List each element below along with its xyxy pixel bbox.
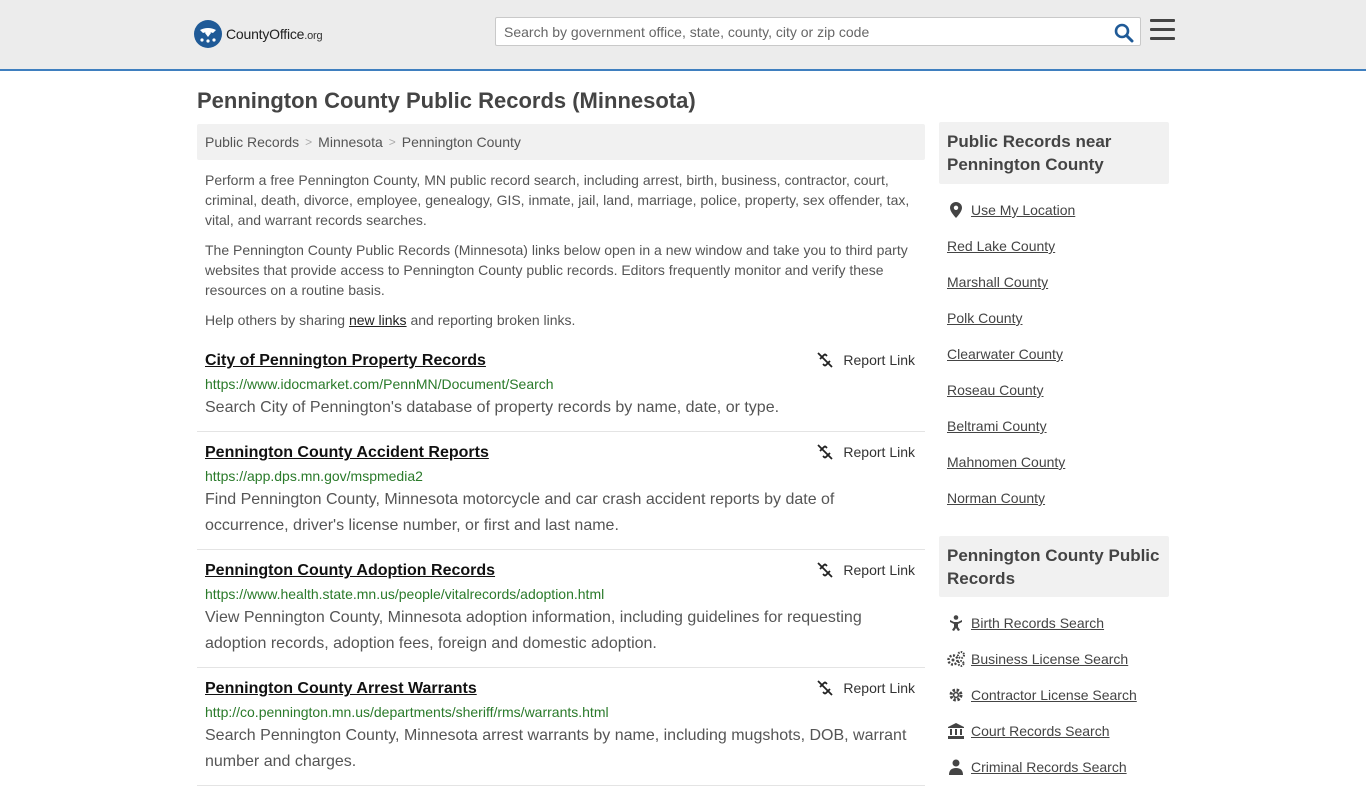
breadcrumb-separator: >	[388, 135, 396, 149]
record-url: https://www.health.state.mn.us/people/vi…	[205, 586, 605, 602]
site-header: CountyOffice.org	[0, 0, 1366, 71]
court-records-link[interactable]: Court Records Search	[971, 723, 1110, 739]
sidebar-item-court-records[interactable]: Court Records Search	[947, 713, 1169, 749]
sidebar-item-norman-county[interactable]: Norman County	[947, 480, 1169, 516]
sidebar-item-beltrami-county[interactable]: Beltrami County	[947, 408, 1169, 444]
record-url: https://www.idocmarket.com/PennMN/Docume…	[205, 376, 554, 392]
sidebar-item-red-lake-county[interactable]: Red Lake County	[947, 228, 1169, 264]
intro-help-text: Help others by sharing new links and rep…	[205, 312, 576, 328]
report-link-button[interactable]: Report Link	[817, 562, 915, 578]
broken-link-icon	[817, 444, 834, 460]
record-title-link[interactable]: Pennington County Arrest Warrants	[205, 678, 477, 699]
breadcrumb-public-records[interactable]: Public Records	[205, 134, 299, 150]
record-description: View Pennington County, Minnesota adopti…	[205, 609, 862, 652]
criminal-records-link[interactable]: Criminal Records Search	[971, 759, 1127, 775]
record-title-link[interactable]: Pennington County Accident Reports	[205, 442, 489, 463]
site-logo[interactable]: CountyOffice.org	[194, 20, 323, 48]
record-title-link[interactable]: Pennington County Adoption Records	[205, 560, 495, 581]
broken-link-icon	[817, 562, 834, 578]
sidebar-item-birth-records[interactable]: Birth Records Search	[947, 605, 1169, 641]
sidebar-item-marshall-county[interactable]: Marshall County	[947, 264, 1169, 300]
county-link[interactable]: Polk County	[947, 310, 1022, 326]
sidebar-item-contractor-license[interactable]: Contractor License Search	[947, 677, 1169, 713]
sidebar-item-criminal-records[interactable]: Criminal Records Search	[947, 749, 1169, 785]
record-title-link[interactable]: City of Pennington Property Records	[205, 350, 486, 371]
gear-icon	[947, 687, 965, 703]
record-item: Pennington County Adoption Records Repor…	[197, 550, 925, 668]
map-pin-icon	[947, 202, 965, 218]
county-link[interactable]: Clearwater County	[947, 346, 1063, 362]
search-bar	[495, 17, 1141, 46]
new-links-link[interactable]: new links	[349, 312, 407, 328]
sidebar-item-clearwater-county[interactable]: Clearwater County	[947, 336, 1169, 372]
intro-text: Perform a free Pennington County, MN pub…	[205, 170, 917, 340]
county-link[interactable]: Marshall County	[947, 274, 1048, 290]
record-url: https://app.dps.mn.gov/mspmedia2	[205, 468, 423, 484]
contractor-license-link[interactable]: Contractor License Search	[971, 687, 1137, 703]
page-title: Pennington County Public Records (Minnes…	[197, 88, 696, 113]
sidebar-item-roseau-county[interactable]: Roseau County	[947, 372, 1169, 408]
gears-icon	[947, 651, 965, 667]
county-link[interactable]: Mahnomen County	[947, 454, 1065, 470]
search-icon[interactable]	[1114, 23, 1134, 43]
sidebar-near-list: Use My Location Red Lake County Marshall…	[947, 192, 1169, 516]
hamburger-menu-icon[interactable]	[1150, 19, 1175, 41]
record-item: Pennington County Accident Reports Repor…	[197, 432, 925, 550]
broken-link-icon	[817, 352, 834, 368]
birth-records-link[interactable]: Birth Records Search	[971, 615, 1104, 631]
report-link-button[interactable]: Report Link	[817, 680, 915, 696]
sidebar-item-business-license[interactable]: Business License Search	[947, 641, 1169, 677]
county-link[interactable]: Red Lake County	[947, 238, 1055, 254]
report-link-button[interactable]: Report Link	[817, 444, 915, 460]
report-link-button[interactable]: Report Link	[817, 352, 915, 368]
business-license-link[interactable]: Business License Search	[971, 651, 1128, 667]
record-item: City of Pennington Property Records Repo…	[197, 340, 925, 432]
county-link[interactable]: Norman County	[947, 490, 1045, 506]
county-link[interactable]: Beltrami County	[947, 418, 1047, 434]
baby-icon	[947, 615, 965, 631]
sidebar-item-mahnomen-county[interactable]: Mahnomen County	[947, 444, 1169, 480]
sidebar-item-polk-county[interactable]: Polk County	[947, 300, 1169, 336]
breadcrumb-minnesota[interactable]: Minnesota	[318, 134, 383, 150]
courthouse-icon	[947, 723, 965, 739]
record-description: Search City of Pennington's database of …	[205, 399, 780, 416]
sidebar-near-heading: Public Records near Pennington County	[939, 122, 1169, 184]
sidebar-records-list: Birth Records Search Business License Se…	[947, 605, 1169, 785]
logo-text: CountyOffice.org	[226, 26, 323, 42]
record-item: Pennington County Arrest Warrants Report…	[197, 668, 925, 786]
use-my-location-item[interactable]: Use My Location	[947, 192, 1169, 228]
breadcrumb-current: Pennington County	[401, 134, 521, 150]
broken-link-icon	[817, 680, 834, 696]
intro-paragraph: Perform a free Pennington County, MN pub…	[205, 172, 910, 228]
records-list: City of Pennington Property Records Repo…	[197, 340, 925, 786]
breadcrumb-separator: >	[305, 135, 313, 149]
breadcrumb: Public Records > Minnesota > Pennington …	[197, 124, 925, 160]
record-description: Find Pennington County, Minnesota motorc…	[205, 491, 835, 534]
intro-paragraph: The Pennington County Public Records (Mi…	[205, 242, 908, 298]
search-input[interactable]	[496, 18, 1096, 45]
use-my-location-link[interactable]: Use My Location	[971, 202, 1075, 218]
record-url: http://co.pennington.mn.us/departments/s…	[205, 704, 609, 720]
criminal-icon	[947, 759, 965, 775]
record-description: Search Pennington County, Minnesota arre…	[205, 727, 907, 770]
logo-seal-icon	[194, 20, 222, 48]
sidebar-records-heading: Pennington County Public Records	[939, 536, 1169, 597]
county-link[interactable]: Roseau County	[947, 382, 1044, 398]
